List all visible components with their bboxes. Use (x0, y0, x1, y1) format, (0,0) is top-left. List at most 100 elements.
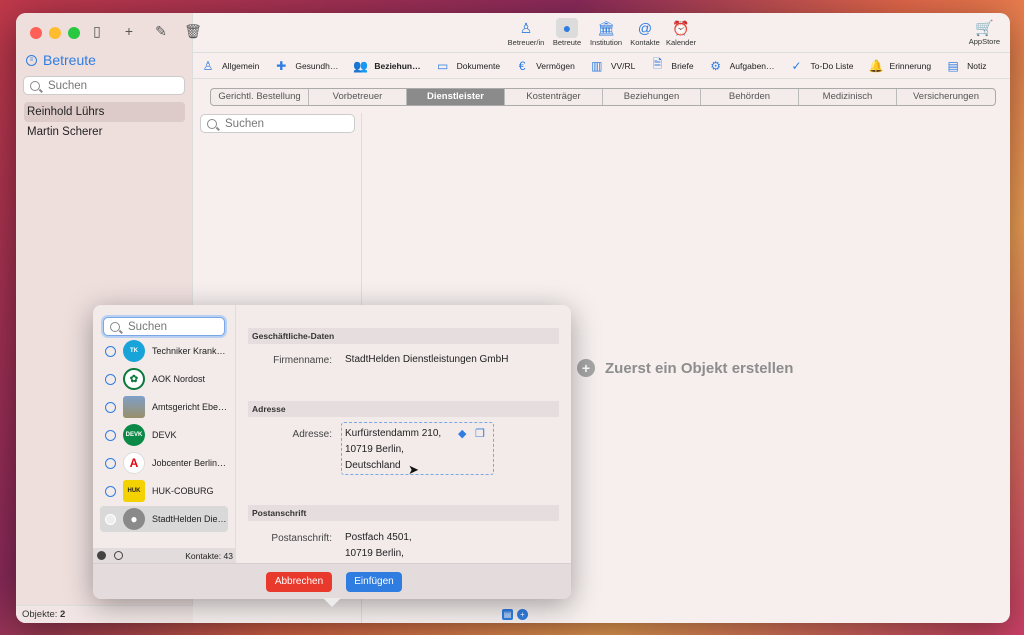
tab-gesundheit[interactable]: ✚ Gesundh… (274, 59, 338, 73)
huk-logo-icon: HUK (123, 480, 145, 502)
radio-button[interactable] (105, 457, 116, 469)
zoom-window-button[interactable] (68, 27, 80, 39)
contact-item-selected[interactable]: ● StadtHelden Die… (100, 506, 228, 532)
segment-gerichtl[interactable]: Gerichtl. Bestellung (211, 89, 309, 105)
add-icon[interactable]: + (120, 23, 138, 40)
tab-beziehungen[interactable]: 👥 Beziehun… (353, 59, 420, 73)
select-all-icon[interactable] (97, 551, 106, 560)
task-icon: ⚙ (710, 58, 721, 73)
tab-dokumente[interactable]: ▭ Dokumente (436, 59, 500, 73)
list-search-input[interactable]: Suchen (200, 114, 355, 133)
section-business: Geschäftliche-Daten (248, 328, 559, 344)
directions-icon[interactable]: ◆ (458, 427, 466, 440)
contact-name: HUK-COBURG (152, 486, 214, 496)
toolbar-appstore[interactable]: 🛒 AppStore (969, 19, 1000, 46)
tab-vvrl[interactable]: ▥ VV/RL (590, 59, 636, 73)
person-icon: ● (556, 18, 578, 38)
contact-name: DEVK (152, 430, 177, 440)
segment-vorbetreuer[interactable]: Vorbetreuer (309, 89, 407, 105)
close-window-button[interactable] (30, 27, 42, 39)
tab-notiz[interactable]: ▤ Notiz (946, 59, 986, 73)
tab-label: VV/RL (610, 60, 636, 71)
minimize-window-button[interactable] (49, 27, 61, 39)
toolbar-betreuer[interactable]: ♙ Betreuer/in (503, 18, 549, 48)
sidebar-title: Betreute (43, 52, 96, 68)
empty-state[interactable]: + Zuerst ein Objekt erstellen (577, 359, 793, 377)
toolbar-kalender[interactable]: ⏰ Kalender (658, 18, 704, 48)
radio-button[interactable] (105, 429, 116, 441)
bell-icon: 🔔 (868, 58, 884, 73)
insert-button[interactable]: Einfügen (346, 572, 402, 592)
toolbar-label: Kalender (665, 38, 697, 47)
status-count: 2 (60, 609, 66, 620)
add-circle-icon[interactable]: + (517, 609, 528, 620)
radio-button[interactable] (105, 485, 116, 497)
tab-briefe[interactable]: 🗎 Briefe (650, 55, 694, 76)
select-none-icon[interactable] (114, 551, 123, 560)
company-value: StadtHelden Dienstleistungen GmbH (345, 354, 509, 365)
contact-picker-popover: Suchen TK Techniker Krank… ✿ AOK Nordost… (93, 305, 571, 599)
tab-label: Allgemein (222, 60, 260, 71)
euro-icon: € (518, 58, 526, 73)
contact-item[interactable]: DEVK DEVK (100, 422, 228, 448)
address-line-3: Deutschland (345, 460, 401, 471)
popover-search-input[interactable]: Suchen (103, 317, 225, 336)
radio-button[interactable] (105, 345, 116, 357)
postal-line-1: Postfach 4501, (345, 532, 412, 543)
contact-item[interactable]: A Jobcenter Berlin… (100, 450, 228, 476)
popover-footer: Abbrechen Einfügen (93, 563, 571, 599)
status-label: Objekte: (22, 609, 58, 620)
segment-versicherungen[interactable]: Versicherungen (897, 89, 995, 105)
copy-icon[interactable]: ❐ (475, 427, 485, 440)
radio-button[interactable] (105, 401, 116, 413)
radio-button[interactable] (105, 513, 116, 525)
check-circle-icon: ✓ (791, 58, 802, 73)
tab-label: Vermögen (536, 60, 575, 71)
contacts-count-label: Kontakte: 43 (185, 550, 233, 561)
tab-label: Notiz (967, 60, 987, 71)
address-line-2: 10719 Berlin, (345, 444, 404, 455)
segment-behoerden[interactable]: Behörden (701, 89, 799, 105)
section-address: Adresse (248, 401, 559, 417)
search-icon (30, 80, 40, 91)
segment-kostentraeger[interactable]: Kostenträger (505, 89, 603, 105)
tab-todo[interactable]: ✓ To-Do Liste (790, 59, 854, 73)
contact-item[interactable]: ✿ AOK Nordost (100, 366, 228, 392)
contacts-icon: @ (637, 20, 653, 36)
sidebar-toolbar: ▯ + ✎ 🗑 (88, 23, 202, 40)
segment-medizinisch[interactable]: Medizinisch (799, 89, 897, 105)
tab-allgemein[interactable]: ♙ Allgemein (201, 59, 260, 73)
mouse-cursor-icon: ➤ (408, 462, 419, 477)
sidebar-search-input[interactable]: Suchen (23, 76, 185, 95)
tab-label: Aufgaben… (729, 60, 775, 71)
tk-logo-icon: TK (123, 340, 145, 362)
segment-dienstleister[interactable]: Dienstleister (407, 89, 505, 105)
tab-erinnerung[interactable]: 🔔 Erinnerung (869, 59, 932, 73)
supervisor-icon: ♙ (519, 19, 533, 36)
toolbar-label: Institution (589, 38, 623, 47)
contact-item[interactable]: Amtsgericht Ebe… (100, 394, 228, 420)
tab-aufgaben[interactable]: ⚙ Aufgaben… (709, 58, 775, 73)
contact-item[interactable]: TK Techniker Krank… (100, 338, 228, 364)
contact-list-footer: Kontakte: 43 (93, 548, 236, 563)
search-icon (110, 321, 120, 332)
contact-item[interactable]: HUK HUK-COBURG (100, 478, 228, 504)
sidebar-item-martin[interactable]: Martin Scherer (24, 122, 185, 142)
sidebar-toggle-icon[interactable]: ▯ (88, 23, 106, 40)
main-toolbar: ♙ Betreuer/in ● Betreute 🏛 Institution @… (193, 13, 1010, 53)
person-avatar-icon: ● (123, 508, 145, 530)
list-search-placeholder: Suchen (225, 117, 265, 130)
tab-vermoegen[interactable]: € Vermögen (515, 59, 575, 73)
edit-icon[interactable]: ✎ (152, 23, 170, 40)
sidebar-item-reinhold[interactable]: Reinhold Lührs (24, 102, 185, 122)
popover-arrow (323, 598, 341, 607)
company-label: Firmenname: (273, 355, 332, 366)
people-icon: 👥 (353, 58, 369, 73)
segment-beziehungen[interactable]: Beziehungen (603, 89, 701, 105)
note-icon: ▤ (947, 58, 959, 73)
radio-button[interactable] (105, 373, 116, 385)
cancel-button[interactable]: Abbrechen (266, 572, 332, 592)
contacts-book-icon[interactable]: ▤ (502, 609, 513, 620)
status-bar: Objekte: 2 (16, 605, 193, 623)
toolbar-label: Betreuer/in (507, 38, 545, 47)
